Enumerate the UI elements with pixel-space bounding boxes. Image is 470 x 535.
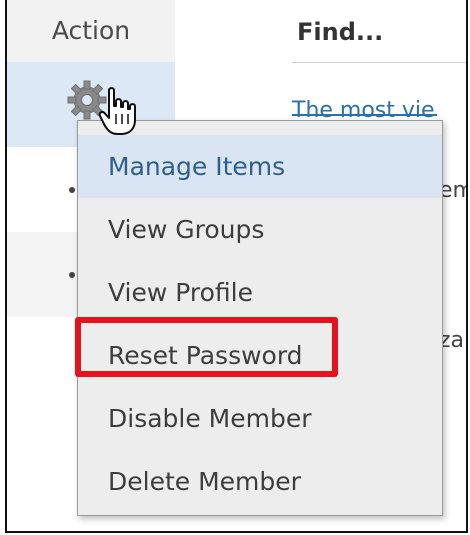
hand-pointer-cursor-icon [98,87,136,135]
strikethrough-line [292,114,437,116]
action-dropdown-menu: Manage Items View Groups View Profile Re… [75,120,443,516]
menu-item-disable-member[interactable]: Disable Member [78,387,442,450]
row-bullet [69,272,75,278]
screenshot-frame: Action Find... The most vie em za Mana [5,0,468,533]
menu-item-manage-items[interactable]: Manage Items [78,135,442,198]
action-column-header: Action [51,16,131,45]
header-divider [292,62,466,63]
find-column-header: Find... [297,18,384,46]
menu-item-delete-member[interactable]: Delete Member [78,450,442,513]
background-text: em [439,178,466,203]
menu-item-view-groups[interactable]: View Groups [78,198,442,261]
row-bullet [69,187,75,193]
menu-item-view-profile[interactable]: View Profile [78,261,442,324]
reset-password-highlight-box [75,317,338,377]
